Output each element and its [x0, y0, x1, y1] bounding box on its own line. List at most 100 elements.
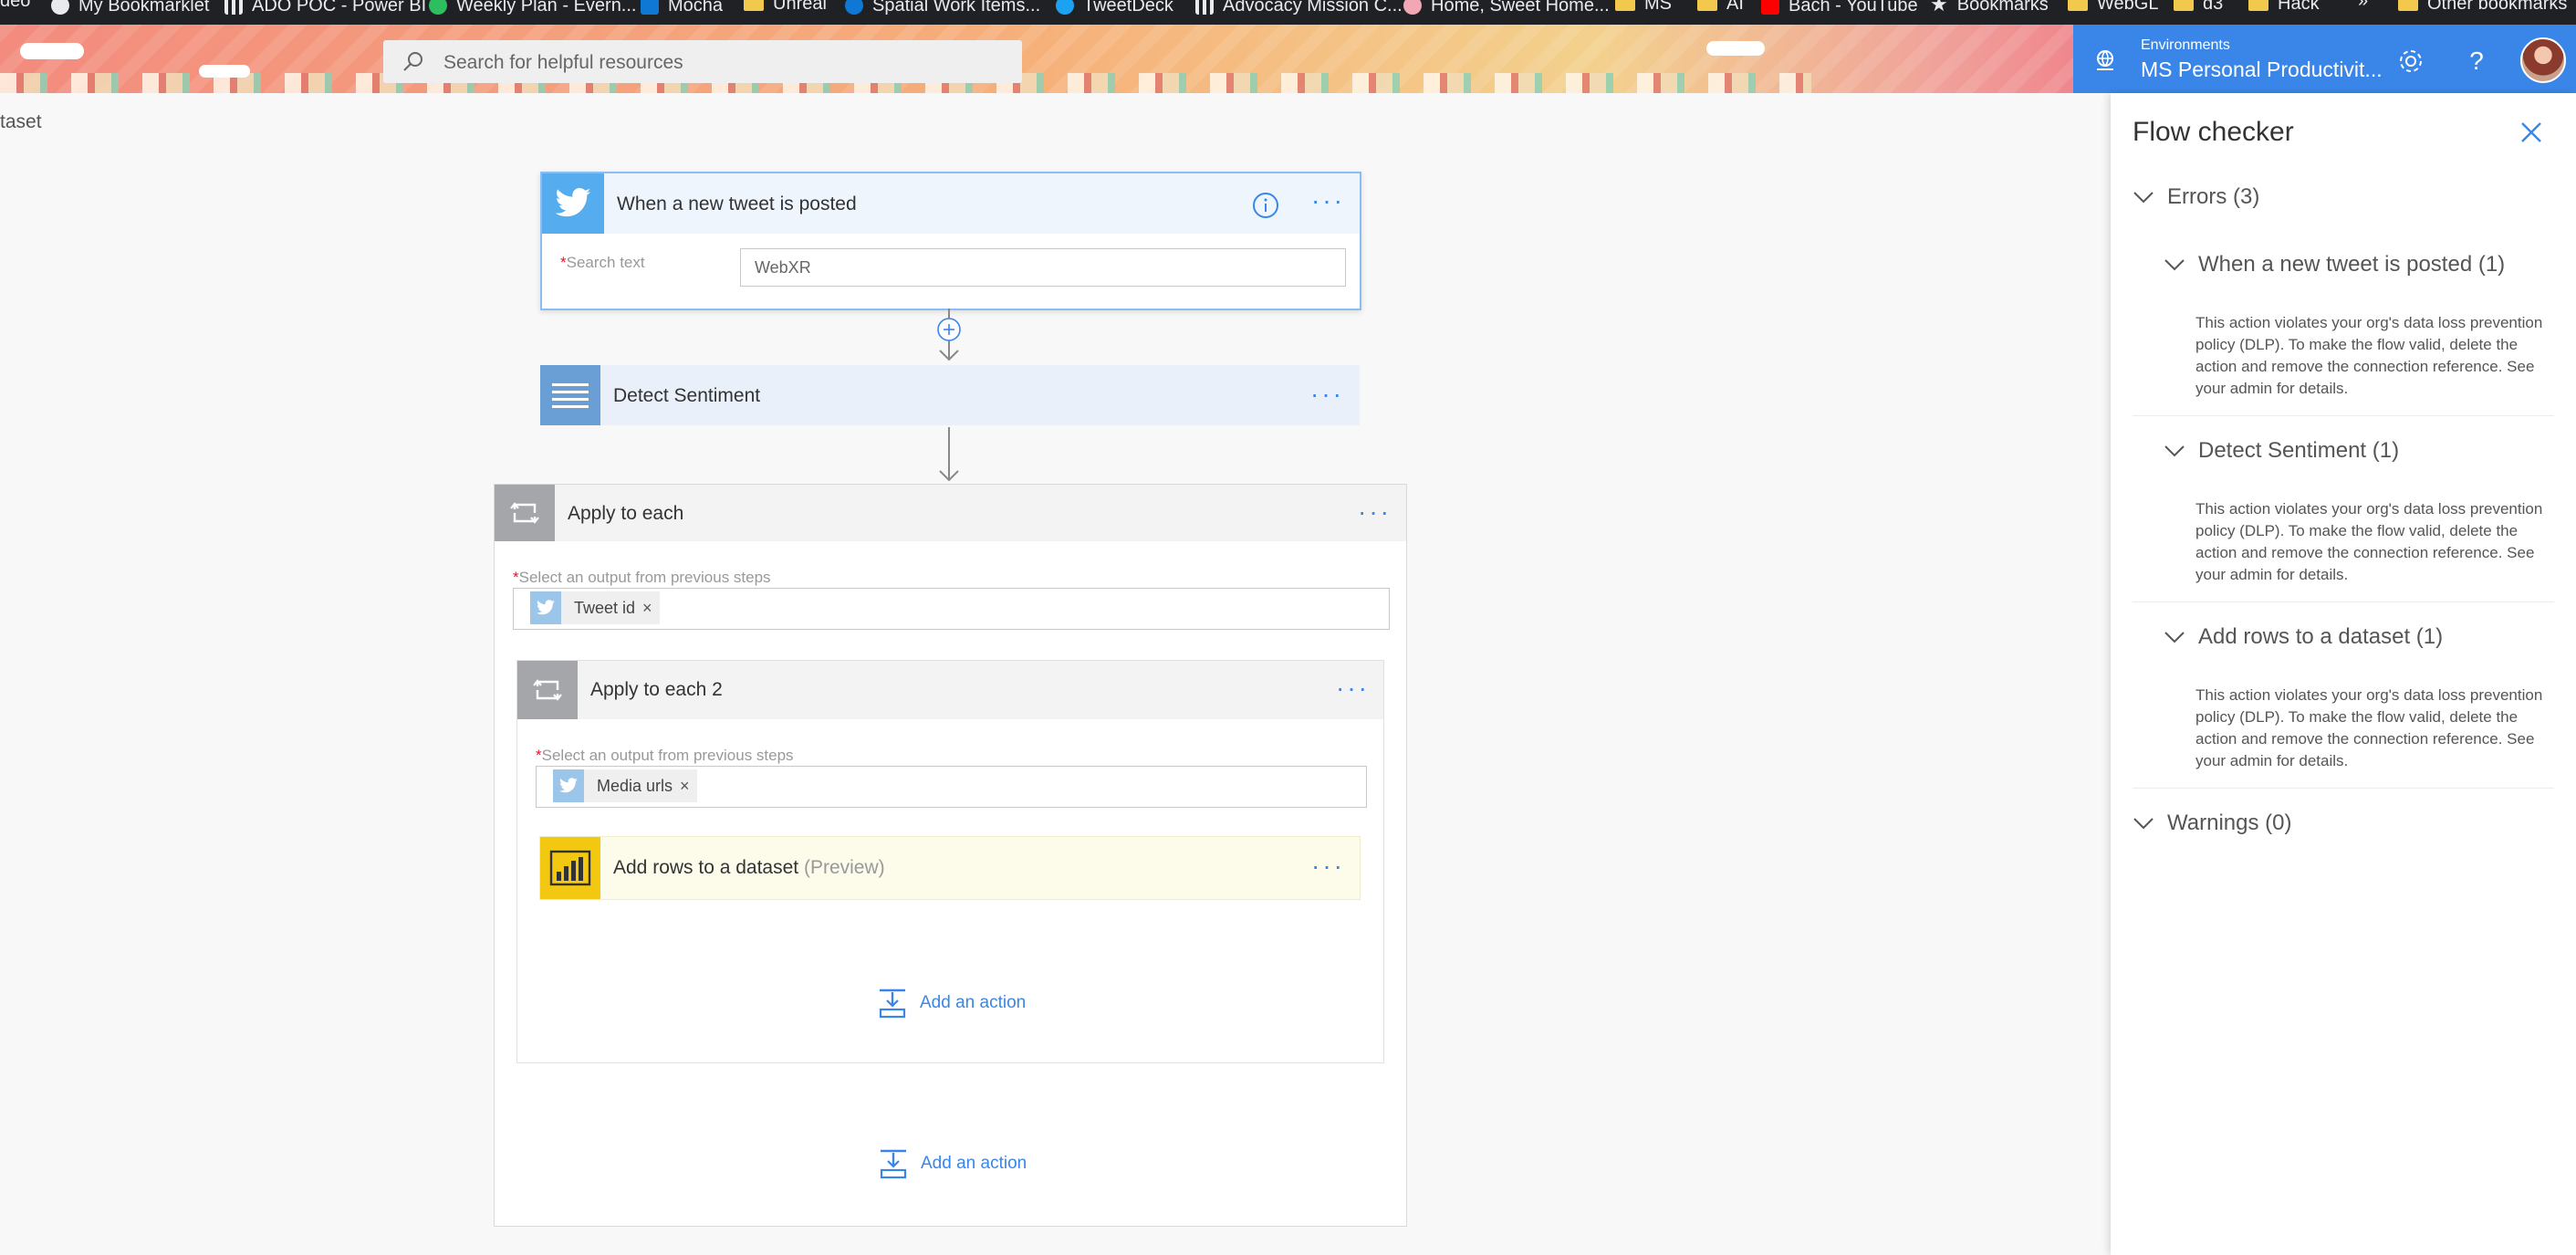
folder-icon: [1697, 0, 1717, 11]
bookmark-item[interactable]: deo: [0, 0, 30, 10]
token-remove-button[interactable]: ×: [680, 777, 697, 796]
outlook-icon: [641, 0, 659, 15]
text-analytics-icon: [540, 365, 600, 425]
search-input[interactable]: [442, 40, 1011, 85]
error-item-title: Add rows to a dataset (1): [2198, 624, 2444, 649]
question-icon: ?: [2469, 47, 2484, 75]
apply-to-each-card[interactable]: Apply to each ··· *Select an output from…: [494, 484, 1407, 1227]
bookmark-item[interactable]: d3: [2174, 0, 2223, 13]
bookmark-label: My Bookmarklet: [78, 0, 210, 16]
trigger-more-button[interactable]: ···: [1311, 188, 1345, 214]
error-item-toggle[interactable]: Detect Sentiment (1): [2164, 438, 2399, 464]
cloud-decoration: [199, 65, 250, 78]
chevron-down-icon: [2133, 818, 2154, 830]
pig-icon: [1403, 0, 1422, 15]
avatar[interactable]: [2520, 37, 2566, 83]
bookmark-label: Advocacy Mission C...: [1223, 0, 1403, 16]
add-an-action-label: Add an action: [920, 993, 1027, 1012]
bookmark-item[interactable]: Mocha: [641, 0, 723, 15]
help-button[interactable]: ?: [2458, 43, 2495, 79]
bookmark-label: Unreal: [773, 0, 827, 14]
bookmark-item[interactable]: TweetDeck: [1056, 0, 1173, 15]
bars-icon: [1195, 0, 1214, 15]
trigger-card[interactable]: When a new tweet is posted ··· *Search t…: [540, 172, 1361, 310]
add-rows-more-button[interactable]: ···: [1311, 853, 1345, 879]
error-message: This action violates your org's data los…: [2195, 314, 2543, 397]
loop-icon: [495, 485, 555, 541]
bookmark-label: Home, Sweet Home...: [1431, 0, 1610, 16]
search-text-value: WebXR: [755, 258, 811, 277]
tweet-id-token[interactable]: Tweet id ×: [530, 591, 660, 624]
add-an-action-button[interactable]: Add an action: [879, 1148, 1027, 1179]
add-an-action-button[interactable]: Add an action: [878, 988, 1026, 1019]
detect-sentiment-card[interactable]: Detect Sentiment ···: [540, 365, 1360, 425]
power-bi-icon: [540, 837, 600, 899]
bookmark-item[interactable]: My Bookmarklet: [51, 0, 209, 15]
folder-icon: [1615, 0, 1635, 11]
evernote-icon: [429, 0, 447, 15]
settings-button[interactable]: [2393, 43, 2429, 79]
apply-to-each-more-button[interactable]: ···: [1358, 499, 1392, 525]
bookmark-label: Hack: [2278, 0, 2320, 14]
search-text-field[interactable]: WebXR: [740, 248, 1346, 287]
errors-group-toggle[interactable]: Errors (3): [2133, 184, 2259, 210]
token-remove-button[interactable]: ×: [642, 599, 660, 618]
info-icon[interactable]: [1252, 192, 1279, 219]
apply-to-each-2-card[interactable]: Apply to each 2 ··· *Select an output fr…: [516, 660, 1384, 1063]
search-icon: [403, 52, 422, 71]
youtube-icon: [1761, 0, 1779, 15]
bookmark-label: ADO POC - Power BI: [252, 0, 427, 16]
twitter-icon: [542, 173, 604, 234]
cloud-decoration: [1706, 41, 1765, 56]
bookmark-item[interactable]: Advocacy Mission C...: [1195, 0, 1403, 15]
error-message: This action violates your org's data los…: [2195, 686, 2543, 769]
bookmark-item[interactable]: Home, Sweet Home...: [1403, 0, 1610, 15]
bookmark-item[interactable]: ADO POC - Power BI: [224, 0, 426, 15]
warnings-group-toggle[interactable]: Warnings (0): [2133, 811, 2291, 836]
apply-to-each-2-output-field[interactable]: Media urls ×: [536, 766, 1367, 808]
bookmark-item[interactable]: MS: [1615, 0, 1672, 13]
bookmark-label: Spatial Work Items...: [872, 0, 1041, 16]
azure-devops-icon: [845, 0, 863, 15]
twitter-icon: [530, 591, 561, 624]
detect-more-button[interactable]: ···: [1310, 382, 1344, 407]
divider: [2133, 415, 2554, 416]
error-item-toggle[interactable]: Add rows to a dataset (1): [2164, 624, 2443, 650]
search-box[interactable]: [383, 40, 1022, 85]
bookmark-item[interactable]: Bach - YouTube: [1761, 0, 1918, 15]
bookmark-item[interactable]: WebGL: [2068, 0, 2158, 13]
close-icon[interactable]: [2519, 120, 2543, 144]
add-an-action-label: Add an action: [921, 1154, 1027, 1173]
gear-icon: [2400, 50, 2422, 72]
globe-icon: [51, 0, 69, 15]
insert-step-connector[interactable]: [931, 309, 967, 365]
twitter-icon: [1056, 0, 1074, 15]
environment-name: MS Personal Productivit...: [2141, 58, 2383, 81]
environment-picker[interactable]: Environments MS Personal Productivit...: [2073, 25, 2576, 93]
token-label: Media urls: [597, 776, 673, 795]
bookmark-item[interactable]: ★ Bookmarks: [1930, 0, 2049, 15]
bookmark-label: AI: [1726, 0, 1744, 14]
bookmark-item[interactable]: Other bookmarks: [2398, 0, 2568, 14]
bookmark-label: Other bookmarks: [2427, 0, 2568, 14]
apply-to-each-2-more-button[interactable]: ···: [1336, 675, 1370, 701]
error-message: This action violates your org's data los…: [2195, 500, 2543, 583]
bookmarks-bar: deo My Bookmarklet ADO POC - Power BI We…: [0, 0, 2576, 25]
bookmark-item[interactable]: Unreal: [744, 0, 827, 14]
add-rows-card[interactable]: Add rows to a dataset (Preview) ···: [539, 836, 1361, 900]
errors-label: Errors (3): [2167, 184, 2260, 209]
chevron-down-icon: [2164, 632, 2185, 643]
folder-icon: [2248, 0, 2268, 11]
bookmark-item[interactable]: Hack: [2248, 0, 2320, 14]
apply-to-each-output-field[interactable]: Tweet id ×: [513, 588, 1390, 630]
media-urls-token[interactable]: Media urls ×: [553, 769, 697, 802]
error-item-toggle[interactable]: When a new tweet is posted (1): [2164, 252, 2505, 277]
environment-icon: [2097, 50, 2113, 70]
bookmark-item[interactable]: Spatial Work Items...: [845, 0, 1040, 15]
flow-checker-panel: Flow checker Errors (3) When a new tweet…: [2111, 93, 2576, 1255]
bookmark-item[interactable]: Weekly Plan - Evern...: [429, 0, 636, 15]
bookmark-item[interactable]: AI: [1697, 0, 1744, 14]
step-connector-arrow: [939, 427, 959, 482]
bookmarks-overflow-button[interactable]: »: [2358, 0, 2368, 10]
apply-to-each-title: Apply to each: [568, 503, 684, 524]
